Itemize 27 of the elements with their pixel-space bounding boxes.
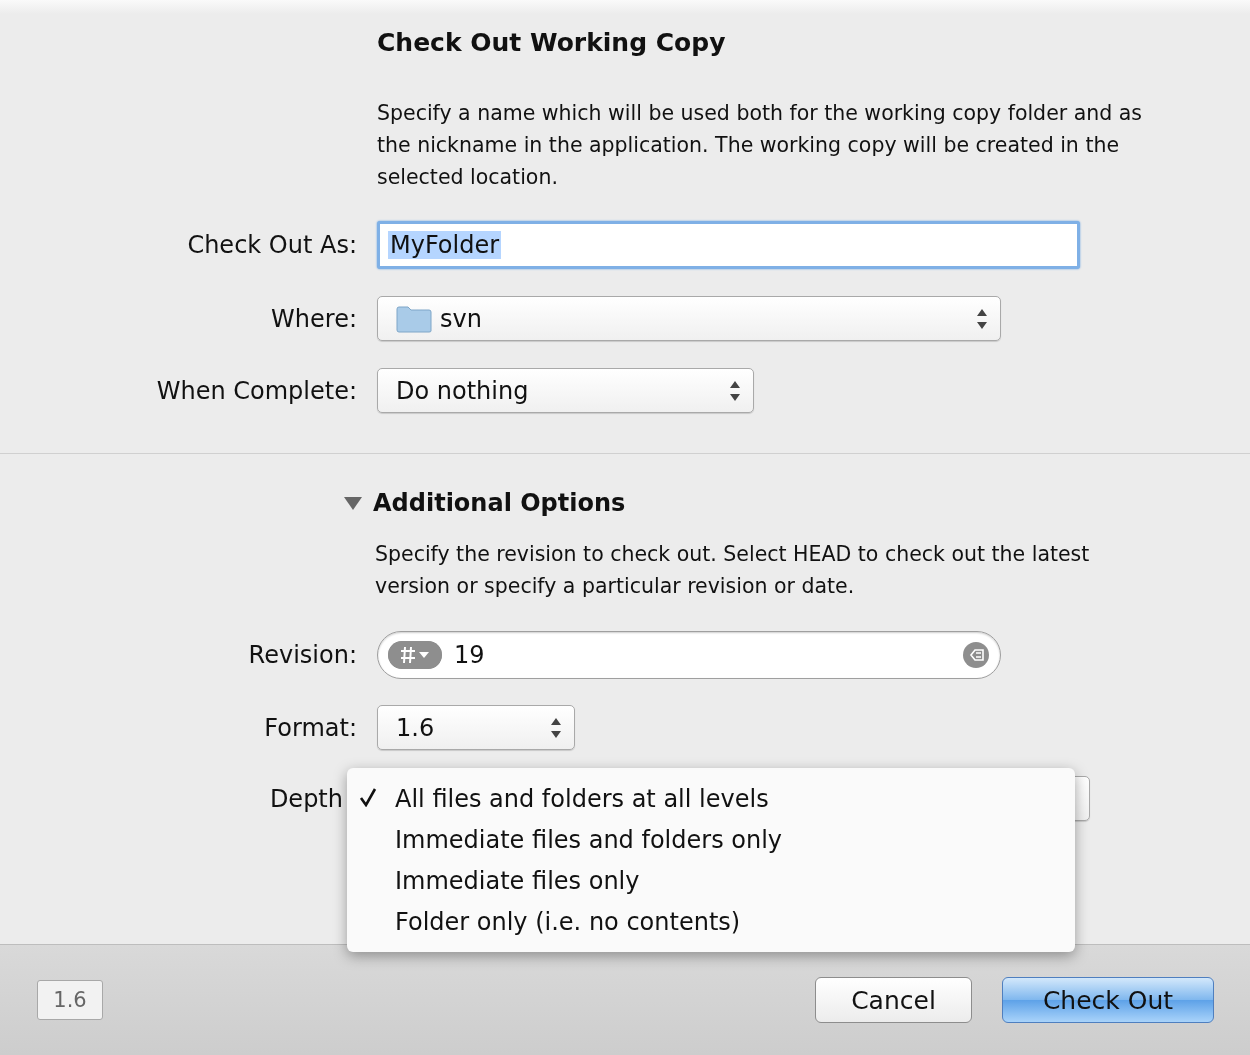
where-label: Where: [270,304,357,333]
cancel-button[interactable]: Cancel [815,977,972,1023]
menu-item[interactable]: Folder only (i.e. no contents) [347,901,1075,942]
checkmark-icon [359,786,377,807]
revision-type-icon[interactable] [388,641,442,669]
when-complete-popup[interactable]: Do nothing [377,368,754,413]
sheet-title: Check Out Working Copy [377,28,727,59]
disclosure-triangle-icon[interactable] [343,495,363,511]
check-out-button[interactable]: Check Out [1002,977,1214,1023]
check-out-as-label: Check Out As: [186,231,357,259]
clear-icon[interactable] [962,641,990,669]
intro-text: Specify a name which will be used both for the working copy folder and as the nickname in the application. The working copy will be created in the selected location. [377,100,1144,191]
revision-field[interactable]: 19 [377,631,1001,679]
format-label: Format: [263,713,357,742]
menu-item[interactable]: Immediate files and folders only [347,819,1075,860]
format-popup[interactable]: 1.6 [377,705,575,750]
menu-item[interactable]: Immediate files only [347,860,1075,901]
check-out-as-field[interactable]: MyFolder [377,221,1080,269]
when-complete-label: When Complete: [155,376,357,405]
additional-options-heading: Additional Options [373,489,626,517]
menu-item[interactable]: All files and folders at all levels [347,778,1075,819]
depth-label: Depth [268,784,343,813]
version-label: 1.6 [37,980,103,1020]
folder-icon [396,304,432,333]
where-popup[interactable]: svn [377,296,1001,341]
revision-help-text: Specify the revision to check out. Select HEAD to check out the latest version or specify a particular revision or date. [375,541,1091,600]
revision-label: Revision: [247,641,357,669]
